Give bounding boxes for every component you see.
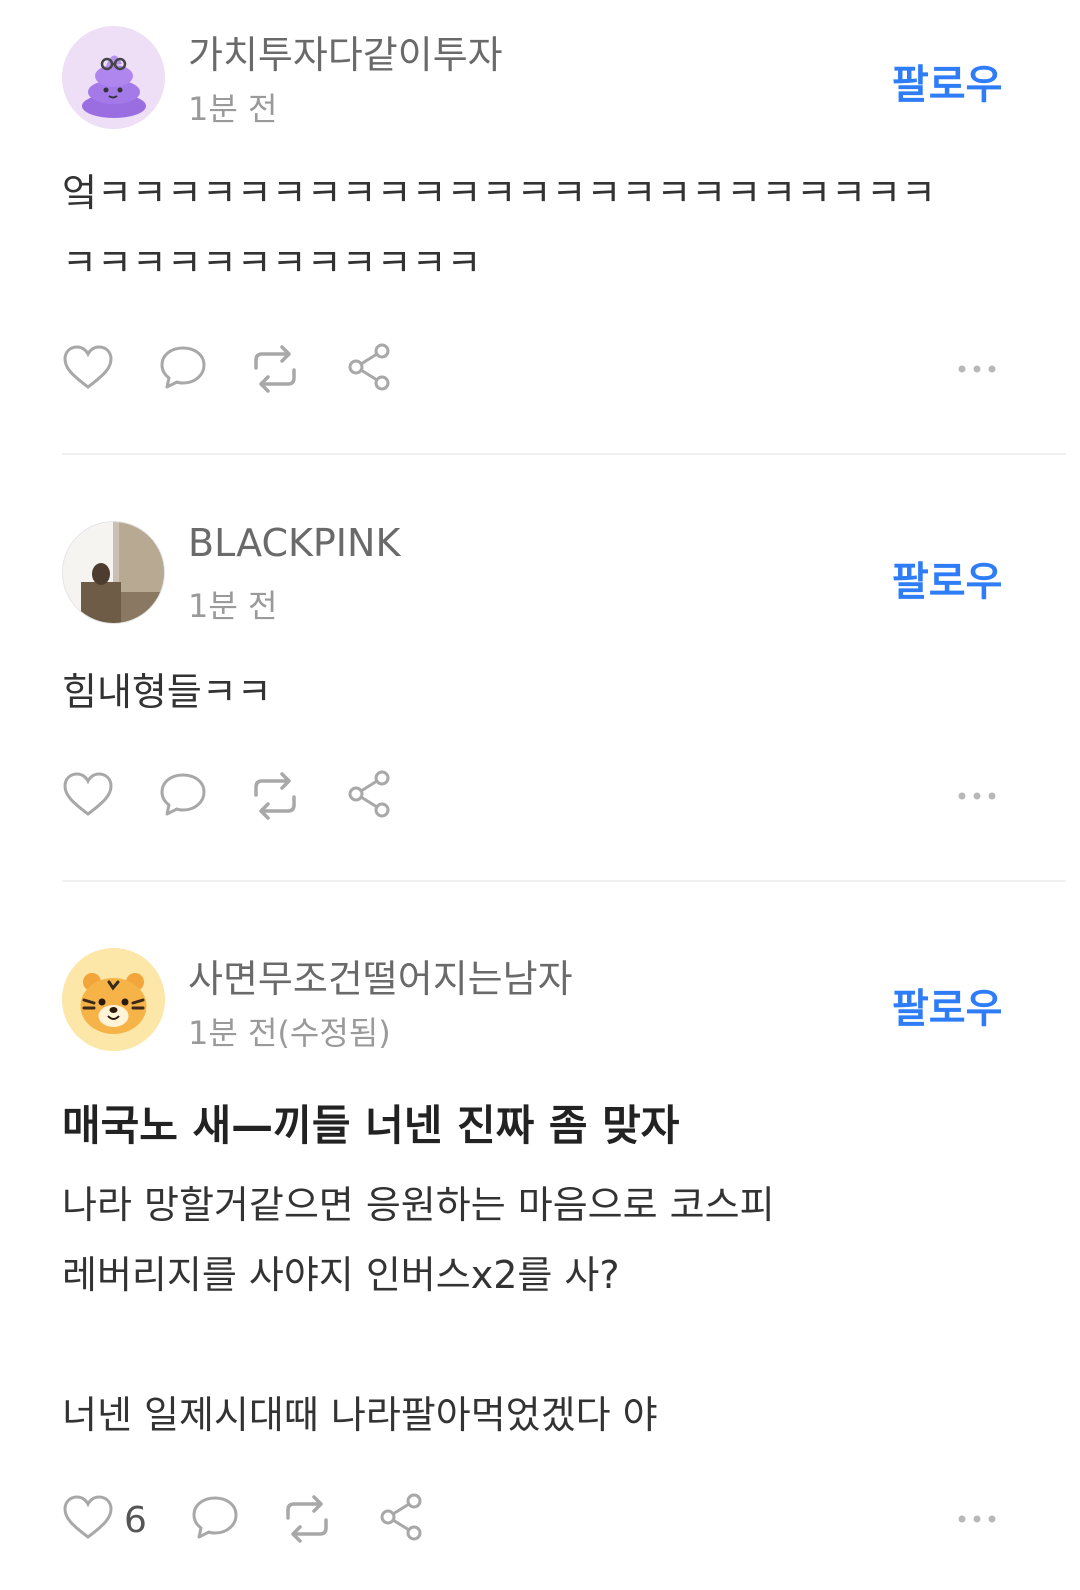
comment-button[interactable] [190,1492,246,1548]
repost-icon [254,345,296,393]
post-body-line: 나라 망할거같으면 응원하는 마음으로 코스피 [62,1183,775,1227]
more-icon [958,792,996,800]
more-button[interactable] [952,1504,1002,1534]
repost-icon [254,772,296,820]
timestamp: 1분 전 [188,90,278,128]
share-button[interactable] [346,342,402,398]
username[interactable]: BLACKPINK [188,521,400,565]
post-1: 가치투자다같이투자 1분 전 팔로우 엌ㅋㅋㅋㅋㅋㅋㅋㅋㅋㅋㅋㅋㅋㅋㅋㅋㅋㅋㅋㅋ… [0,0,1080,455]
comment-icon [160,773,206,816]
like-button[interactable] [62,1492,118,1548]
comment-feed: 가치투자다같이투자 1분 전 팔로우 엌ㅋㅋㅋㅋㅋㅋㅋㅋㅋㅋㅋㅋㅋㅋㅋㅋㅋㅋㅋㅋ… [0,0,1080,1590]
username[interactable]: 사면무조건떨어지는남자 [188,948,573,1003]
share-icon [380,1493,422,1541]
post-body-line: 너넨 일제시대때 나라팔아먹었겠다 야 [62,1393,658,1437]
heart-icon [63,345,113,389]
share-button[interactable] [346,769,402,825]
action-bar [62,342,1022,398]
follow-button[interactable]: 팔로우 [892,549,1002,607]
more-icon [958,1515,996,1523]
avatar-tiger[interactable] [62,948,165,1051]
comment-button[interactable] [158,769,214,825]
post-body-line: 힘내형들ㅋㅋ [62,670,272,714]
share-button[interactable] [378,1492,434,1548]
purple-poop-emoji-icon [62,26,165,129]
photo-avatar [63,522,164,623]
post-body-line: ㅋㅋㅋㅋㅋㅋㅋㅋㅋㅋㅋㅋ [62,241,482,285]
tiger-face-icon [62,948,165,1051]
username[interactable]: 가치투자다같이투자 [188,24,503,79]
post-3: 사면무조건떨어지는남자 1분 전(수정됨) 팔로우 매국노 새—끼들 너넨 진짜… [0,882,1080,1590]
post-body: 힘내형들ㅋㅋ [62,657,1022,727]
follow-button[interactable]: 팔로우 [892,52,1002,110]
repost-button[interactable] [248,342,304,398]
more-icon [958,365,996,373]
avatar-poop[interactable] [62,26,165,129]
timestamp: 1분 전(수정됨) [188,1014,391,1052]
like-button[interactable] [62,769,118,825]
heart-icon [63,772,113,816]
action-bar [62,769,1022,825]
repost-icon [286,1495,328,1543]
repost-button[interactable] [248,769,304,825]
heart-icon [63,1495,113,1539]
post-body: 엌ㅋㅋㅋㅋㅋㅋㅋㅋㅋㅋㅋㅋㅋㅋㅋㅋㅋㅋㅋㅋㅋㅋㅋㅋ ㅋㅋㅋㅋㅋㅋㅋㅋㅋㅋㅋㅋ [62,158,1022,298]
repost-button[interactable] [280,1492,336,1548]
avatar-photo[interactable] [62,521,165,624]
more-button[interactable] [952,354,1002,384]
like-count: 6 [124,1500,147,1541]
follow-button[interactable]: 팔로우 [892,976,1002,1034]
share-icon [348,770,390,818]
comment-button[interactable] [158,342,214,398]
post-body-line [62,1310,1022,1380]
like-button[interactable] [62,342,118,398]
comment-icon [192,1496,238,1539]
action-bar: 6 [62,1492,1022,1548]
timestamp: 1분 전 [188,587,278,625]
post-title: 매국노 새—끼들 너넨 진짜 좀 맞자 [62,1101,680,1150]
share-icon [348,343,390,391]
post-body: 나라 망할거같으면 응원하는 마음으로 코스피 레버리지를 사야지 인버스x2를… [62,1170,1022,1450]
post-body-line: 엌ㅋㅋㅋㅋㅋㅋㅋㅋㅋㅋㅋㅋㅋㅋㅋㅋㅋㅋㅋㅋㅋㅋㅋㅋ [62,171,937,215]
post-2: BLACKPINK 1분 전 팔로우 힘내형들ㅋㅋ [0,455,1080,882]
post-body-line: 레버리지를 사야지 인버스x2를 사? [62,1253,620,1297]
more-button[interactable] [952,781,1002,811]
comment-icon [160,346,206,389]
